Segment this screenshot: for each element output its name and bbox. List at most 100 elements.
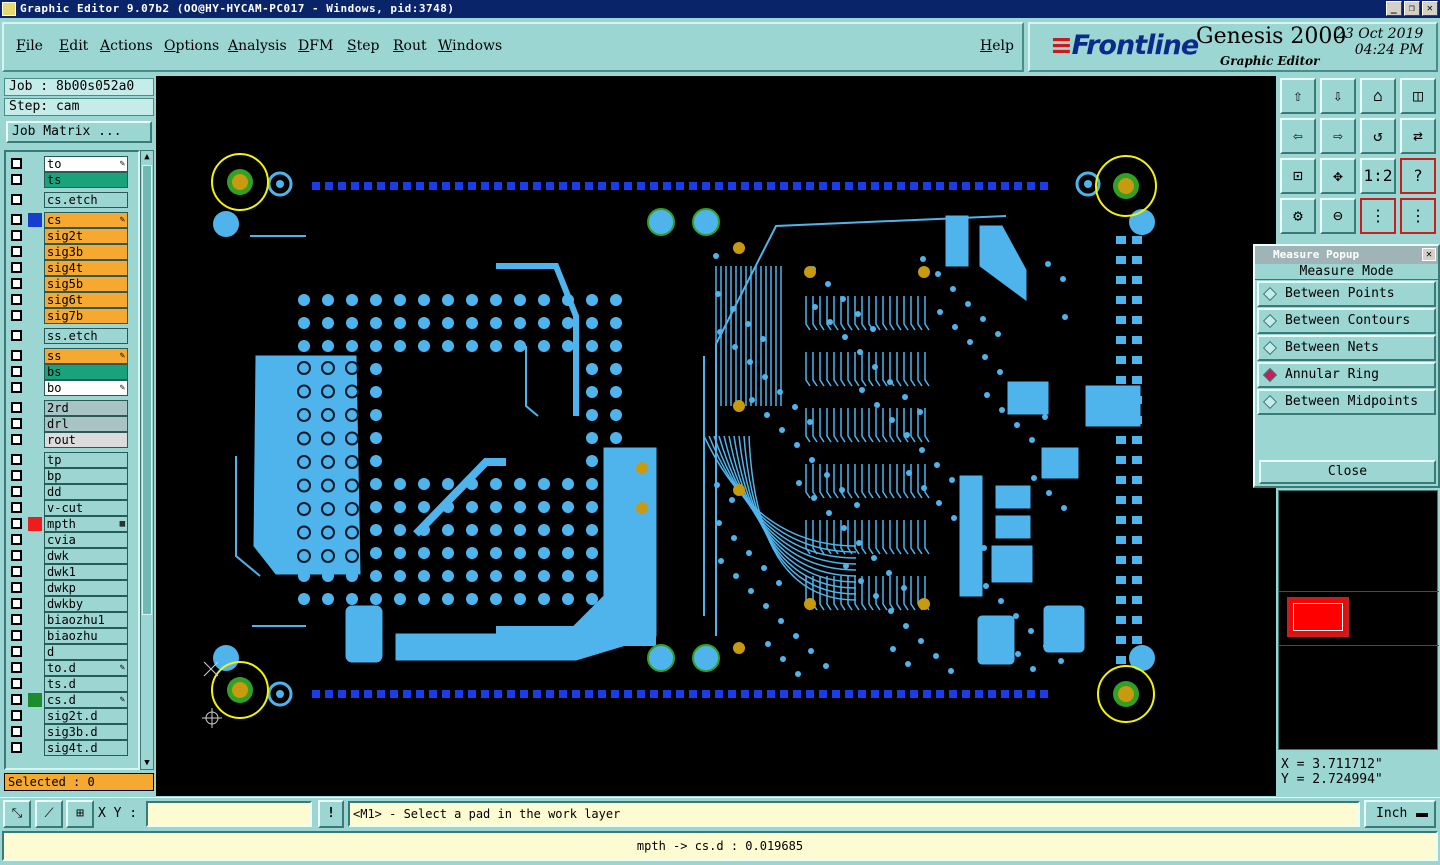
layer-row-sig6t[interactable]: sig6t (8, 292, 128, 308)
layer-row-ts[interactable]: ts (8, 172, 128, 188)
layer-name[interactable]: dwkby (44, 596, 128, 612)
layer-name[interactable]: dwkp (44, 580, 128, 596)
layer-checkbox[interactable] (11, 486, 22, 497)
layer-row-sig4t[interactable]: sig4t (8, 260, 128, 276)
layer-checkbox[interactable] (11, 502, 22, 513)
layer-row-bp[interactable]: bp (8, 468, 128, 484)
layer-row-biaozhu1[interactable]: biaozhu1 (8, 612, 128, 628)
scroll-down-icon[interactable]: ▼ (142, 757, 152, 769)
job-matrix-button[interactable]: Job Matrix ... (6, 121, 152, 143)
layer-row-sig2t.d[interactable]: sig2t.d (8, 708, 128, 724)
snap-icon[interactable]: ⤡ (3, 800, 31, 828)
layer-name[interactable]: sig3b (44, 244, 128, 260)
measure-option-between-nets[interactable]: Between Nets (1257, 335, 1436, 361)
scroll-up-icon[interactable]: ▲ (142, 151, 152, 163)
layer-checkbox[interactable] (11, 630, 22, 641)
zoom-ratio-icon[interactable]: 1:2 (1360, 158, 1396, 194)
layer-name[interactable]: bs (44, 364, 128, 380)
unit-select[interactable]: Inch (1364, 800, 1436, 828)
layer-checkbox[interactable] (11, 350, 22, 361)
layer-checkbox[interactable] (11, 278, 22, 289)
layer-checkbox[interactable] (11, 550, 22, 561)
layer-row-biaozhu[interactable]: biaozhu (8, 628, 128, 644)
home-icon[interactable]: ⌂ (1360, 78, 1396, 114)
layer-row-ts.d[interactable]: ts.d (8, 676, 128, 692)
layer-row-dwkby[interactable]: dwkby (8, 596, 128, 612)
layer-name[interactable]: sig3b.d (44, 724, 128, 740)
layer-checkbox[interactable] (11, 214, 22, 225)
measure-option-between-contours[interactable]: Between Contours (1257, 308, 1436, 334)
layer-row-sig2t[interactable]: sig2t (8, 228, 128, 244)
layer-color-swatch[interactable] (28, 213, 42, 227)
layer-name[interactable]: mpth ▦ (44, 516, 128, 532)
layer-name[interactable]: drl (44, 416, 128, 432)
close-window-button[interactable]: ✕ (1422, 1, 1438, 16)
layer-checkbox[interactable] (11, 598, 22, 609)
layer-row-dwkp[interactable]: dwkp (8, 580, 128, 596)
measure-icon[interactable]: ⟋ (35, 800, 63, 828)
measure-option-between-points[interactable]: Between Points (1257, 281, 1436, 307)
layer-checkbox[interactable] (11, 518, 22, 529)
layer-name[interactable]: sig4t.d (44, 740, 128, 756)
menu-dfm[interactable]: DFM (298, 38, 333, 54)
layer-name[interactable]: cs.d ✎ (44, 692, 128, 708)
layer-row-2rd[interactable]: 2rd (8, 400, 128, 416)
layer-row-cs.etch[interactable]: cs.etch (8, 192, 128, 208)
layer-name[interactable]: cvia (44, 532, 128, 548)
menu-actions[interactable]: Actions (100, 38, 153, 54)
layer-checkbox[interactable] (11, 694, 22, 705)
layer-checkbox[interactable] (11, 662, 22, 673)
left-icon[interactable]: ⇦ (1280, 118, 1316, 154)
menu-step[interactable]: Step (347, 38, 379, 54)
layer-row-sig3b.d[interactable]: sig3b.d (8, 724, 128, 740)
layer-checkbox[interactable] (11, 382, 22, 393)
layer-name[interactable]: dwk (44, 548, 128, 564)
layer-name[interactable]: cs.etch (44, 192, 128, 208)
layer-name[interactable]: ss.etch (44, 328, 128, 344)
layer-name[interactable]: biaozhu (44, 628, 128, 644)
layer-checkbox[interactable] (11, 418, 22, 429)
layer-checkbox[interactable] (11, 330, 22, 341)
layer-name[interactable]: cs ✎ (44, 212, 128, 228)
layer-name[interactable]: sig6t (44, 292, 128, 308)
layer-name[interactable]: to ✎ (44, 156, 128, 172)
layer-name[interactable]: ts (44, 172, 128, 188)
layer-checkbox[interactable] (11, 470, 22, 481)
layer-name[interactable]: sig5b (44, 276, 128, 292)
pcb-board-view[interactable] (156, 76, 1276, 796)
menu-file[interactable]: File (16, 38, 43, 54)
layer-name[interactable]: 2rd (44, 400, 128, 416)
layer-row-sig4t.d[interactable]: sig4t.d (8, 740, 128, 756)
menu-analysis[interactable]: Analysis (228, 38, 287, 54)
layer-row-sig5b[interactable]: sig5b (8, 276, 128, 292)
layer-row-cs.d[interactable]: cs.d ✎ (8, 692, 128, 708)
layer-row-ss[interactable]: ss ✎ (8, 348, 128, 364)
layer-checkbox[interactable] (11, 310, 22, 321)
layer-checkbox[interactable] (11, 454, 22, 465)
mirror-icon[interactable]: ⇄ (1400, 118, 1436, 154)
measure-option-between-midpoints[interactable]: Between Midpoints (1257, 389, 1436, 415)
layer-checkbox[interactable] (11, 402, 22, 413)
layer-row-cvia[interactable]: cvia (8, 532, 128, 548)
down-icon[interactable]: ⇩ (1320, 78, 1356, 114)
layer-name[interactable]: ts.d (44, 676, 128, 692)
layer-name[interactable]: bp (44, 468, 128, 484)
help-icon[interactable]: ? (1400, 158, 1436, 194)
layer-name[interactable]: to.d ✎ (44, 660, 128, 676)
layer-name[interactable]: ss ✎ (44, 348, 128, 364)
menu-windows[interactable]: Windows (438, 38, 502, 54)
layer-scrollbar[interactable]: ▲ ▼ (140, 150, 154, 770)
layer-name[interactable]: tp (44, 452, 128, 468)
layer-checkbox[interactable] (11, 678, 22, 689)
layer-row-bo[interactable]: bo ✎ (8, 380, 128, 396)
layer-checkbox[interactable] (11, 230, 22, 241)
grid-icon[interactable]: ⊞ (66, 800, 94, 828)
layer-name[interactable]: bo ✎ (44, 380, 128, 396)
layer-checkbox[interactable] (11, 158, 22, 169)
layer-name[interactable]: d (44, 644, 128, 660)
menu-help[interactable]: Help (980, 38, 1014, 54)
layer-checkbox[interactable] (11, 582, 22, 593)
xy-input[interactable] (146, 801, 312, 827)
layer-row-sig7b[interactable]: sig7b (8, 308, 128, 324)
layer-row-mpth[interactable]: mpth ▦ (8, 516, 128, 532)
